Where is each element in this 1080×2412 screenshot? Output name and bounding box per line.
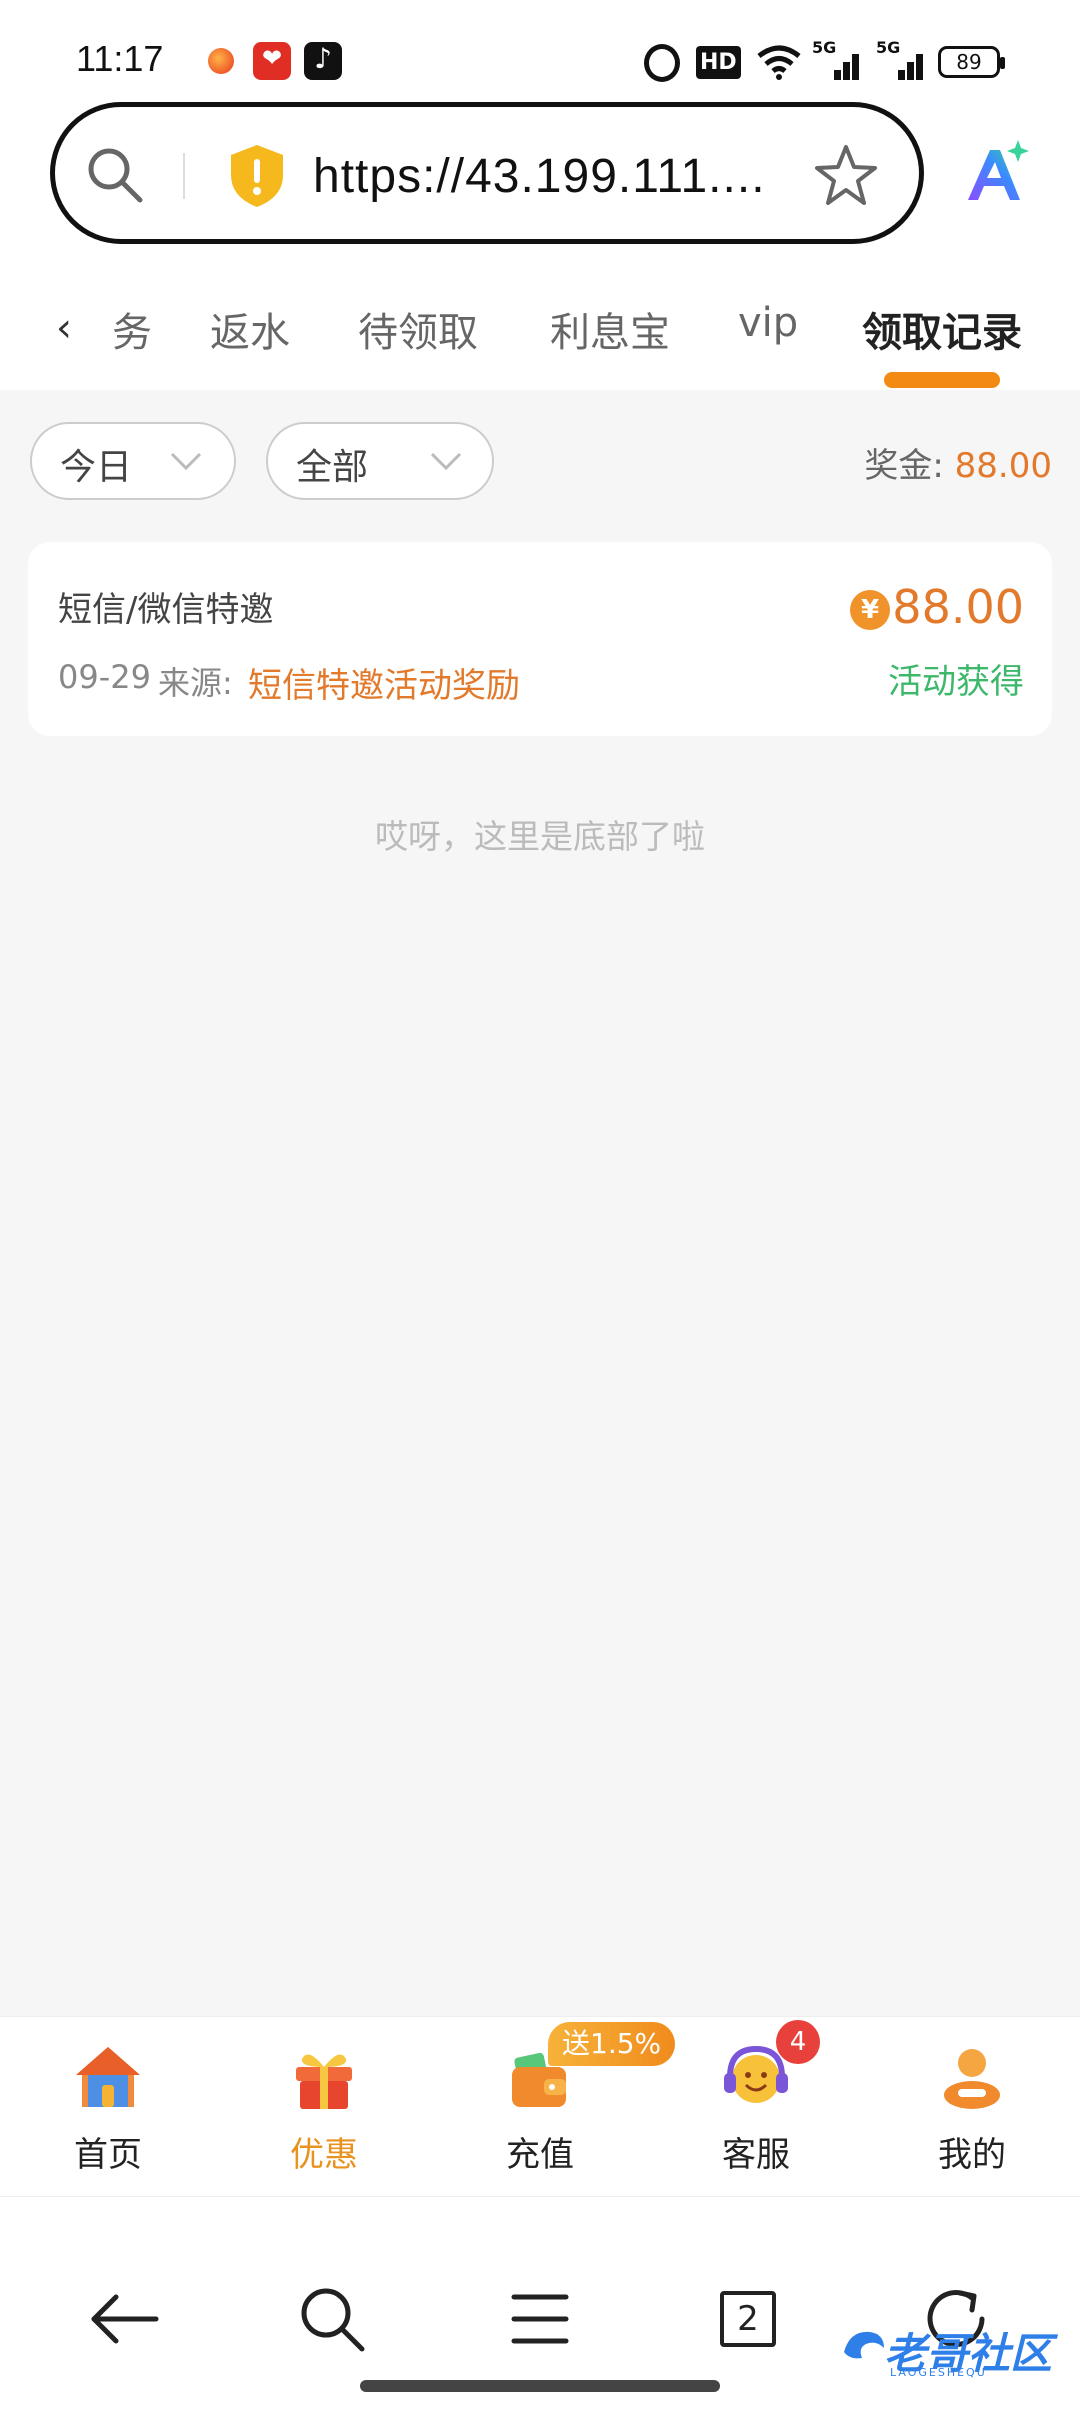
nav-profile[interactable]: 我的 <box>892 2041 1052 2176</box>
signal-icon: 5G <box>876 38 928 80</box>
category-tabs: ‹ 务 返水 待领取 利息宝 vip 领取记录 <box>0 260 1080 390</box>
tabs-scroll-left-icon[interactable]: ‹ <box>56 308 86 348</box>
nav-promotions[interactable]: 优惠 <box>244 2041 404 2176</box>
search-icon[interactable] <box>292 2279 372 2359</box>
record-amount: 88.00 <box>892 580 1024 634</box>
type-filter-value: 全部 <box>296 447 369 488</box>
recharge-promo-badge: 送1.5% <box>548 2022 676 2066</box>
bonus-total: 奖金: 88.00 <box>864 438 1052 487</box>
record-title: 短信/微信特邀 <box>58 590 274 630</box>
alarm-icon <box>644 44 680 82</box>
tab-vip[interactable]: vip <box>738 300 798 346</box>
back-arrow-icon[interactable] <box>84 2279 164 2359</box>
date-filter-value: 今日 <box>60 447 133 488</box>
watermark-logo: 老哥社区 LAOGESHEQU <box>840 2316 1066 2380</box>
address-bar[interactable]: https://43.199.111.... <box>50 102 924 244</box>
signal-icon: 5G <box>812 38 864 80</box>
record-card[interactable]: 短信/微信特邀 09-29 来源: 短信特邀活动奖励 ¥ 88.00 活动获得 <box>28 542 1052 736</box>
active-tab-indicator <box>884 372 1000 388</box>
pinduoduo-app-icon <box>253 42 291 80</box>
home-indicator[interactable] <box>360 2380 720 2392</box>
status-bar: 11:17 HD 5G 5G 89 <box>0 0 1080 100</box>
record-status: 活动获得 <box>888 662 1024 702</box>
tiktok-app-icon <box>304 42 342 80</box>
dragon-logo-icon <box>844 2331 884 2359</box>
user-icon <box>944 2049 1000 2109</box>
tab-claim-records[interactable]: 领取记录 <box>862 300 1022 358</box>
tab-task[interactable]: 务 <box>112 300 152 358</box>
end-of-list-note: 哎呀，这里是底部了啦 <box>375 817 705 856</box>
tab-count: 2 <box>720 2291 776 2347</box>
wifi-icon <box>757 45 801 80</box>
weibo-app-icon <box>202 42 240 80</box>
tab-interest[interactable]: 利息宝 <box>550 300 670 358</box>
chevron-down-icon <box>430 452 462 471</box>
battery-icon: 89 <box>938 46 1005 78</box>
record-source: 短信特邀活动奖励 <box>248 666 520 706</box>
home-icon <box>76 2047 140 2107</box>
coin-icon: ¥ <box>850 590 890 630</box>
status-time: 11:17 <box>76 38 164 79</box>
nav-home[interactable]: 首页 <box>28 2041 188 2176</box>
ai-assistant-icon[interactable] <box>960 138 1030 208</box>
app-bottom-nav: 首页 优惠 充值 客服 我的 <box>0 2016 1080 2196</box>
search-icon[interactable] <box>85 145 145 205</box>
bookmark-star-icon[interactable] <box>811 141 881 211</box>
address-separator <box>183 153 185 199</box>
nav-customer-service[interactable]: 客服 <box>676 2041 836 2176</box>
tab-rebate[interactable]: 返水 <box>210 300 290 358</box>
security-shield-icon[interactable] <box>227 143 287 209</box>
record-date: 09-29 <box>58 658 151 696</box>
service-unread-badge: 4 <box>776 2020 820 2064</box>
date-filter-dropdown[interactable]: 今日 <box>30 422 236 500</box>
hd-icon: HD <box>696 46 741 79</box>
gift-icon <box>296 2054 352 2109</box>
menu-icon[interactable] <box>500 2279 580 2359</box>
tabs-switcher-button[interactable]: 2 <box>708 2279 788 2359</box>
record-source-label: 来源: <box>158 664 233 702</box>
chevron-down-icon <box>170 452 202 471</box>
bonus-label: 奖金: <box>864 446 944 486</box>
type-filter-dropdown[interactable]: 全部 <box>266 422 494 500</box>
bonus-value: 88.00 <box>954 446 1052 486</box>
url-text[interactable]: https://43.199.111.... <box>313 149 766 204</box>
tab-pending[interactable]: 待领取 <box>358 300 478 358</box>
browser-bar: https://43.199.111.... <box>0 100 1080 260</box>
